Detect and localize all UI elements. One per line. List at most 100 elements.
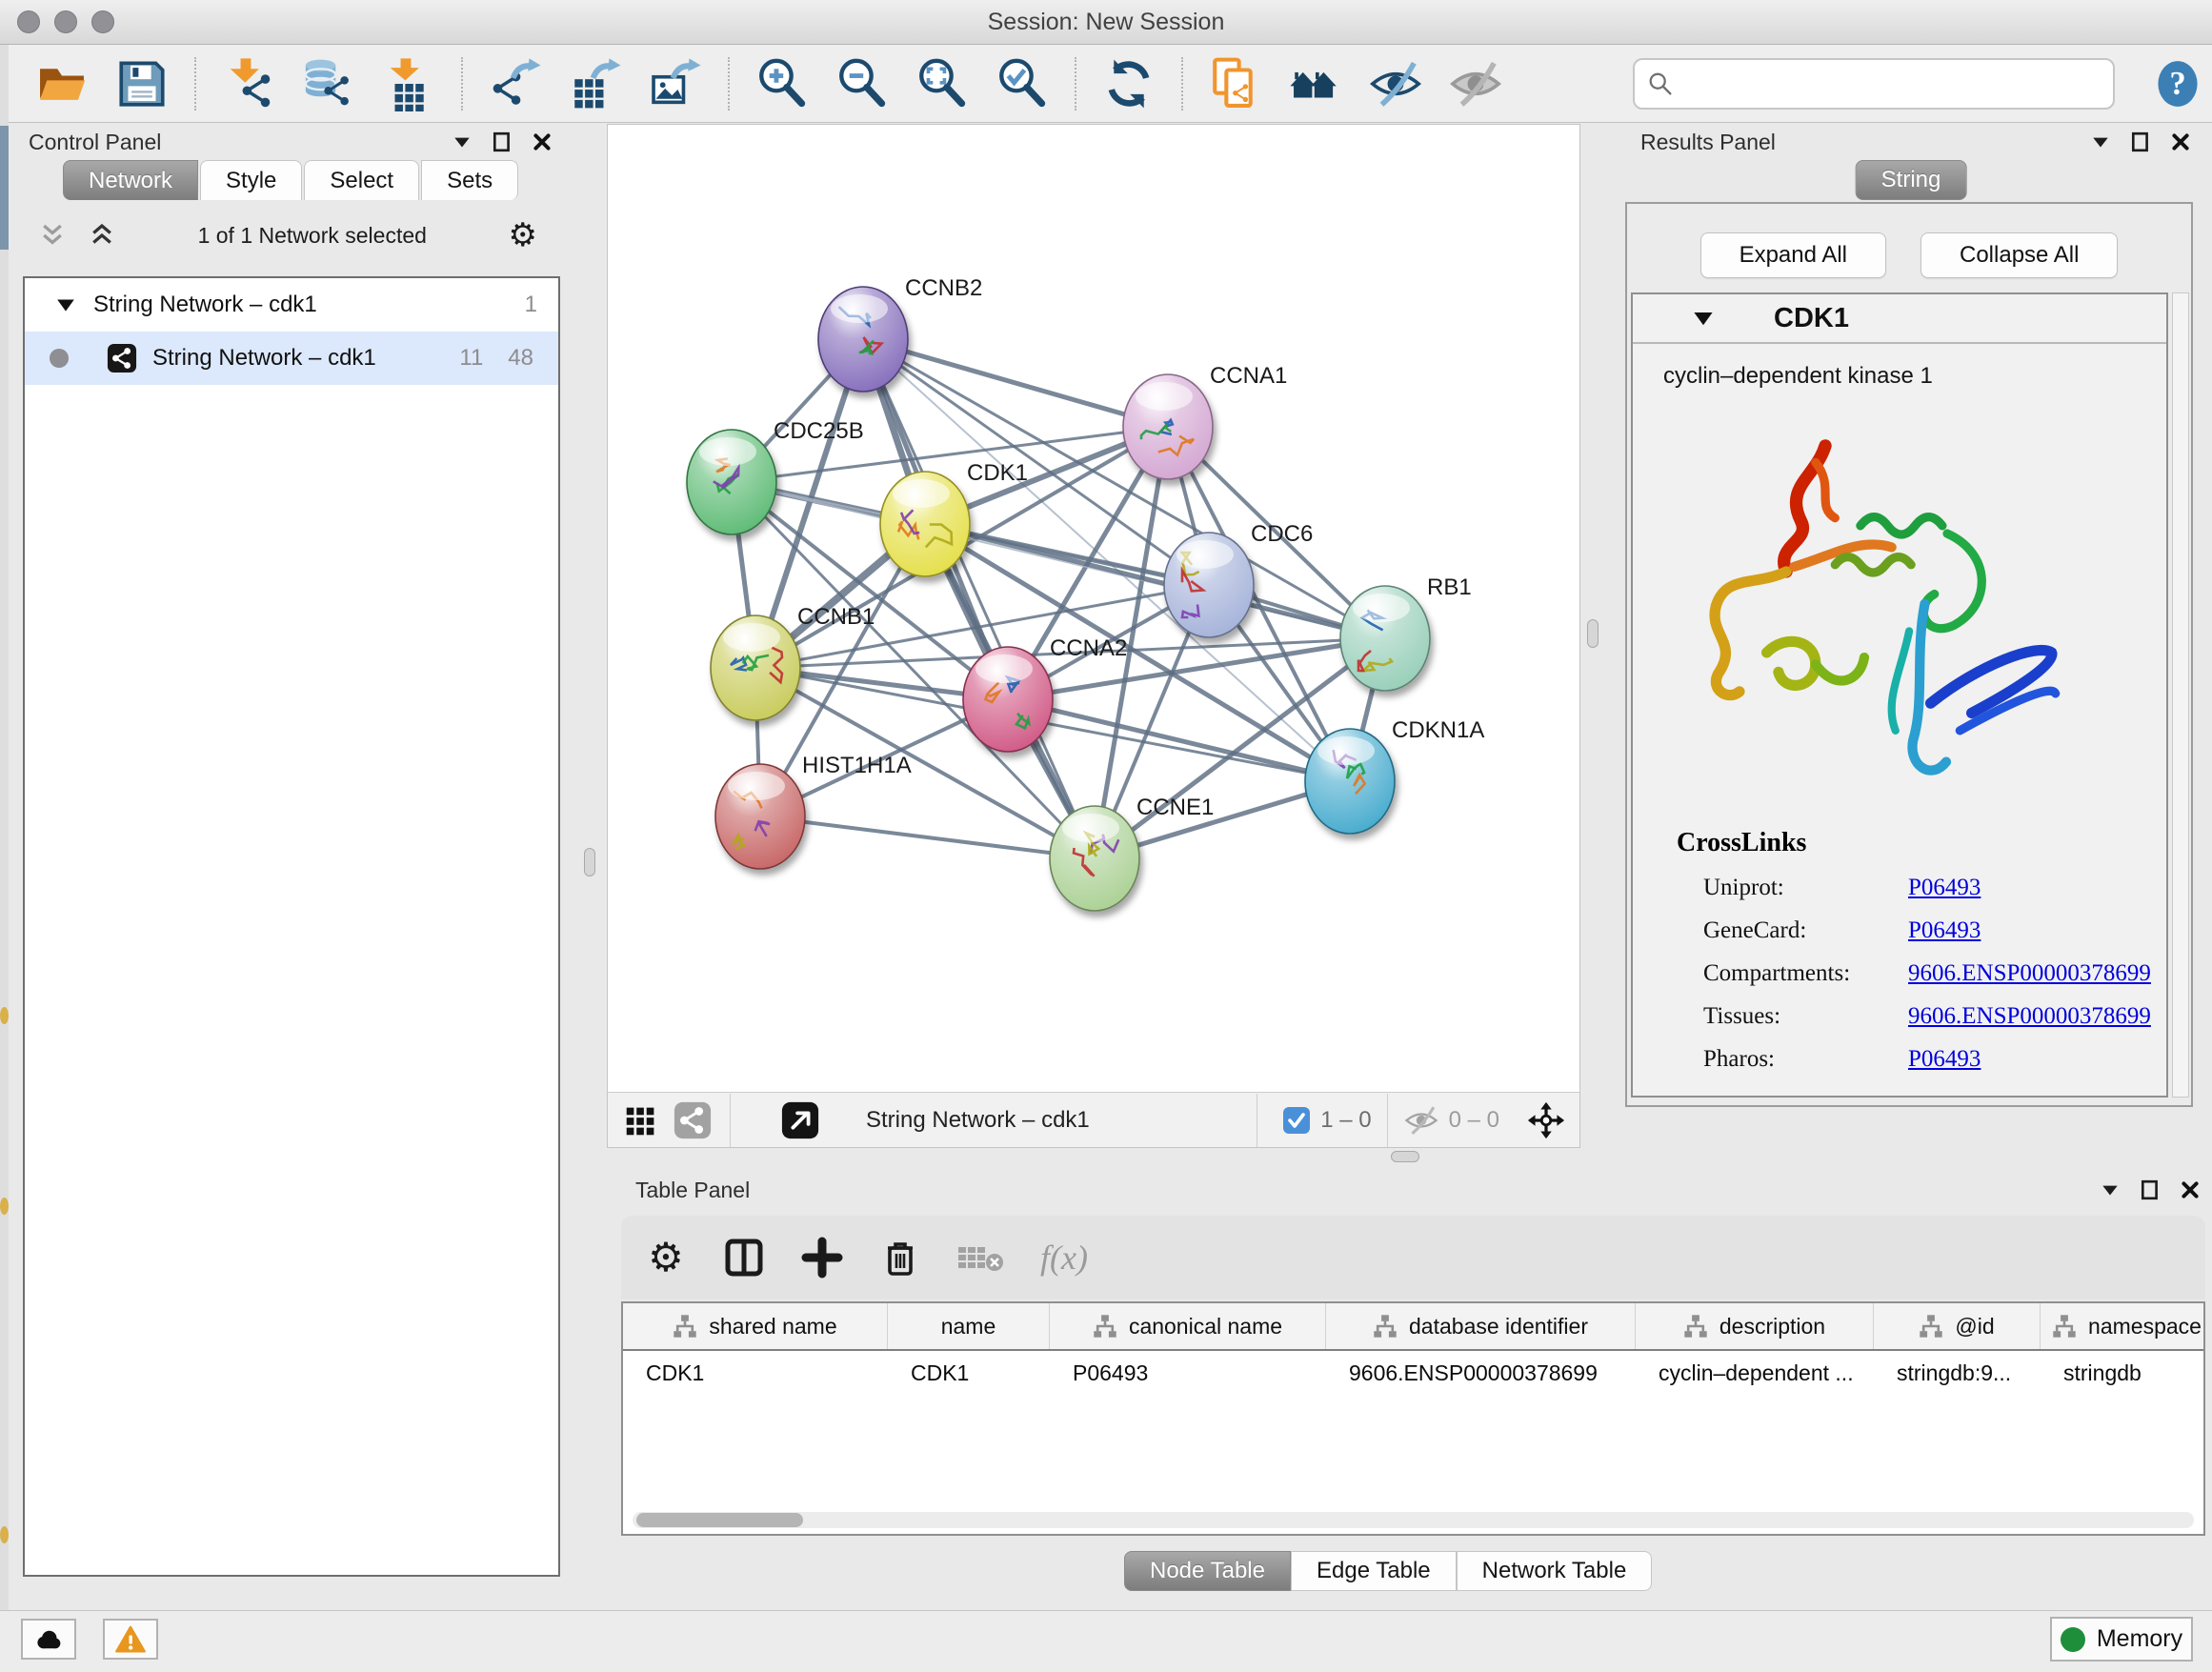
crosslink-link[interactable]: P06493	[1908, 875, 1981, 901]
results-panel-menu-caret-icon[interactable]	[2090, 131, 2111, 152]
network-tree: String Network – cdk1 1 String Network –…	[23, 276, 560, 1577]
grid-view-icon[interactable]	[621, 1100, 661, 1140]
column-header-name[interactable]: name	[888, 1303, 1050, 1349]
search-input[interactable]	[1682, 70, 2101, 98]
tab-style[interactable]: Style	[200, 160, 302, 200]
import-table-icon[interactable]	[381, 56, 436, 111]
open-session-icon[interactable]	[34, 56, 90, 111]
crosslink-link[interactable]: 9606.ENSP00000378699	[1908, 1003, 2151, 1030]
network-node-CCNE1[interactable]: CCNE1	[1050, 795, 1214, 911]
cell-database-identifier[interactable]: 9606.ENSP00000378699	[1326, 1351, 1636, 1395]
left-splitter-handle[interactable]	[584, 848, 595, 876]
bottom-splitter-handle[interactable]	[1391, 1151, 1419, 1162]
collapse-all-chevron-down-icon[interactable]	[38, 221, 67, 250]
crosslink-link[interactable]: 9606.ENSP00000378699	[1908, 960, 2151, 987]
cdk1-section-header[interactable]: CDK1	[1633, 294, 2166, 344]
network-edge[interactable]	[863, 339, 1095, 858]
export-table-icon[interactable]	[568, 56, 623, 111]
import-network-database-icon[interactable]	[301, 56, 356, 111]
tab-select[interactable]: Select	[304, 160, 419, 200]
tab-network-table[interactable]: Network Table	[1457, 1551, 1653, 1591]
crosslink-link[interactable]: P06493	[1908, 1046, 1981, 1073]
cell-namespace[interactable]: stringdb	[2041, 1351, 2205, 1395]
help-icon[interactable]: ?	[2153, 57, 2202, 111]
expand-all-chevron-up-icon[interactable]	[88, 221, 116, 250]
import-network-file-icon[interactable]	[221, 56, 276, 111]
search-box[interactable]	[1633, 58, 2115, 110]
share-network-icon[interactable]	[673, 1100, 713, 1140]
copy-network-icon[interactable]	[1208, 56, 1263, 111]
table-horizontal-scrollbar[interactable]	[633, 1512, 2194, 1528]
cell-@id[interactable]: stringdb:9...	[1874, 1351, 2041, 1395]
network-node-CDK1[interactable]: CDK1	[880, 460, 1028, 576]
cell-description[interactable]: cyclin–dependent ...	[1636, 1351, 1874, 1395]
results-panel-float-icon[interactable]	[2130, 131, 2151, 152]
warning-button[interactable]	[103, 1619, 158, 1660]
network-view[interactable]: CCNB2 CCNA1 CDC25B CDK1 CDC6 RB1 CCNB1 C…	[607, 124, 1580, 1148]
open-in-new-icon[interactable]	[780, 1100, 820, 1140]
control-panel-float-icon[interactable]	[492, 131, 513, 152]
table-options-gear-icon[interactable]: ⚙	[644, 1236, 688, 1279]
tab-sets[interactable]: Sets	[421, 160, 518, 200]
save-session-icon[interactable]	[114, 56, 170, 111]
column-header-namespace[interactable]: namespace	[2041, 1303, 2205, 1349]
node-label: CDK1	[967, 460, 1028, 486]
table-panel-float-icon[interactable]	[2140, 1179, 2161, 1200]
node-table[interactable]: shared namenamecanonical namedatabase id…	[621, 1301, 2205, 1536]
zoom-fit-icon[interactable]	[915, 56, 970, 111]
selected-checkbox-icon[interactable]	[1282, 1106, 1311, 1135]
zoom-out-icon[interactable]	[835, 56, 890, 111]
create-column-plus-icon[interactable]	[800, 1236, 844, 1279]
network-collection-row[interactable]: String Network – cdk1 1	[25, 278, 558, 332]
results-panel-close-icon[interactable]	[2170, 131, 2191, 152]
cloud-button[interactable]	[21, 1619, 76, 1660]
cdk1-expand-caret-icon[interactable]	[1692, 307, 1715, 330]
column-header-@id[interactable]: @id	[1874, 1303, 2041, 1349]
tab-edge-table[interactable]: Edge Table	[1291, 1551, 1457, 1591]
table-panel-menu-caret-icon[interactable]	[2100, 1179, 2121, 1200]
table-panel-close-icon[interactable]	[2180, 1179, 2201, 1200]
export-image-icon[interactable]	[648, 56, 703, 111]
network-node-RB1[interactable]: RB1	[1340, 574, 1472, 691]
network-canvas[interactable]: CCNB2 CCNA1 CDC25B CDK1 CDC6 RB1 CCNB1 C…	[608, 125, 1579, 1093]
tab-network[interactable]: Network	[63, 160, 198, 200]
network-node-CDKN1A[interactable]: CDKN1A	[1305, 717, 1484, 834]
column-header-description[interactable]: description	[1636, 1303, 1874, 1349]
cell-shared-name[interactable]: CDK1	[623, 1351, 888, 1395]
network-options-gear-icon[interactable]: ⚙	[509, 219, 537, 252]
network-edge[interactable]	[760, 816, 1095, 858]
results-scrollbar[interactable]	[2172, 292, 2189, 1098]
column-header-database-identifier[interactable]: database identifier	[1326, 1303, 1636, 1349]
network-row-selected[interactable]: String Network – cdk1 11 48	[25, 332, 558, 385]
birdseye-navigator-icon[interactable]	[1526, 1100, 1566, 1140]
cell-name[interactable]: CDK1	[888, 1351, 1050, 1395]
tab-string[interactable]: String	[1856, 160, 1967, 200]
expand-all-button[interactable]: Expand All	[1700, 232, 1886, 278]
right-splitter-handle[interactable]	[1587, 619, 1599, 648]
crosslink-link[interactable]: P06493	[1908, 917, 1981, 944]
network-edge[interactable]	[863, 339, 1168, 427]
column-header-shared-name[interactable]: shared name	[623, 1303, 888, 1349]
zoom-in-icon[interactable]	[754, 56, 810, 111]
delete-column-trash-icon[interactable]	[878, 1236, 922, 1279]
collapse-all-button[interactable]: Collapse All	[1920, 232, 2118, 278]
memory-button[interactable]: Memory	[2050, 1617, 2193, 1662]
refresh-icon[interactable]	[1101, 56, 1156, 111]
show-all-icon[interactable]	[1448, 56, 1503, 111]
scrollbar-thumb[interactable]	[636, 1513, 803, 1527]
control-panel-close-icon[interactable]	[532, 131, 553, 152]
collection-expand-caret-icon[interactable]	[55, 294, 76, 315]
export-network-icon[interactable]	[488, 56, 543, 111]
network-node-HIST1H1A[interactable]: HIST1H1A	[715, 753, 912, 869]
hide-selected-icon[interactable]	[1368, 56, 1423, 111]
network-edge[interactable]	[925, 524, 1385, 638]
network-node-CDC6[interactable]: CDC6	[1164, 521, 1313, 637]
column-header-canonical-name[interactable]: canonical name	[1050, 1303, 1326, 1349]
table-row[interactable]: CDK1CDK1P064939606.ENSP00000378699cyclin…	[623, 1351, 2203, 1395]
tab-node-table[interactable]: Node Table	[1124, 1551, 1291, 1591]
first-neighbors-icon[interactable]	[1288, 56, 1343, 111]
cell-canonical-name[interactable]: P06493	[1050, 1351, 1326, 1395]
show-columns-icon[interactable]	[722, 1236, 766, 1279]
zoom-selected-icon[interactable]	[995, 56, 1050, 111]
control-panel-menu-caret-icon[interactable]	[452, 131, 473, 152]
